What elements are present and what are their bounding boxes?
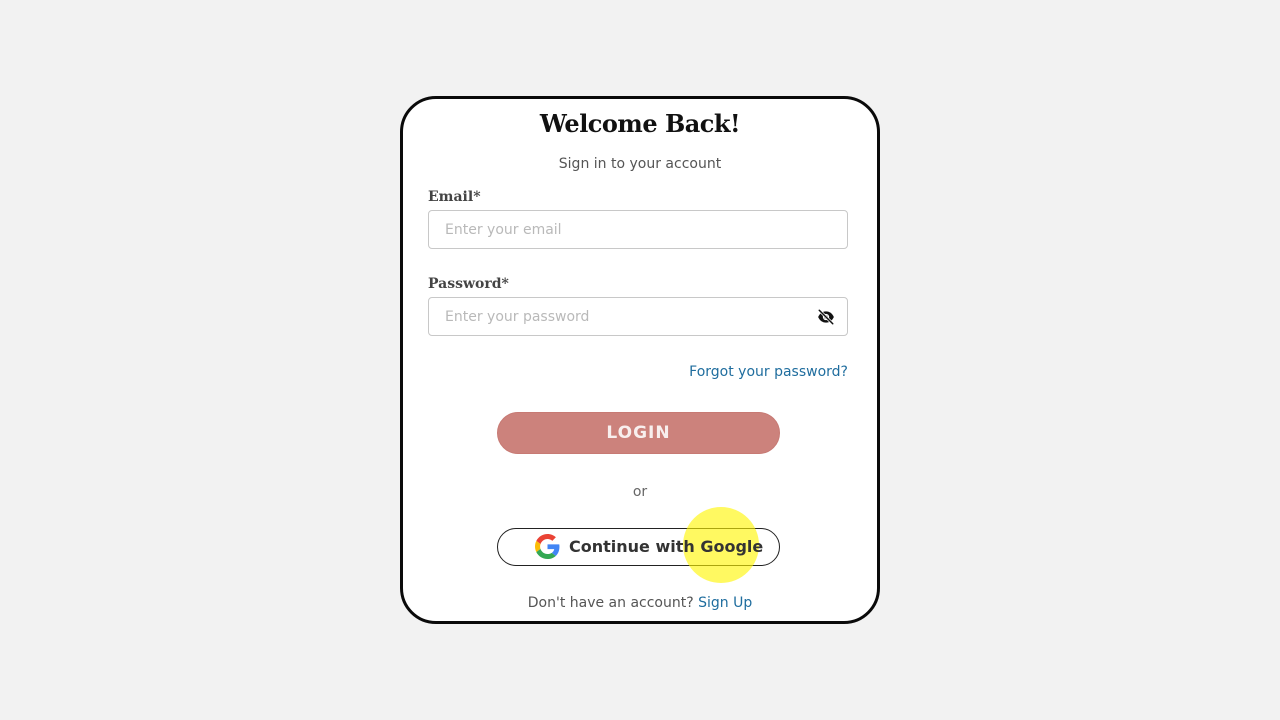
email-input[interactable] <box>429 211 847 248</box>
signup-prompt-text: Don't have an account? <box>527 595 694 611</box>
signup-prompt: Don't have an account? Sign Up <box>403 595 877 611</box>
page-title: Welcome Back! <box>539 109 741 138</box>
email-label: Email* <box>428 189 481 205</box>
password-label: Password* <box>428 276 509 292</box>
login-card: Welcome Back! Sign in to your account Em… <box>400 96 880 624</box>
password-input[interactable] <box>429 298 847 335</box>
forgot-password-link[interactable]: Forgot your password? <box>689 364 848 380</box>
page-subtitle: Sign in to your account <box>558 156 722 172</box>
email-field-wrapper <box>428 210 848 249</box>
signup-link[interactable]: Sign Up <box>698 595 752 611</box>
password-field-wrapper <box>428 297 848 336</box>
login-button[interactable]: LOGIN <box>497 412 780 454</box>
eye-off-icon[interactable] <box>817 308 835 326</box>
google-icon <box>535 534 560 559</box>
google-button-label: Continue with Google <box>569 537 764 556</box>
or-divider: or <box>632 484 648 500</box>
